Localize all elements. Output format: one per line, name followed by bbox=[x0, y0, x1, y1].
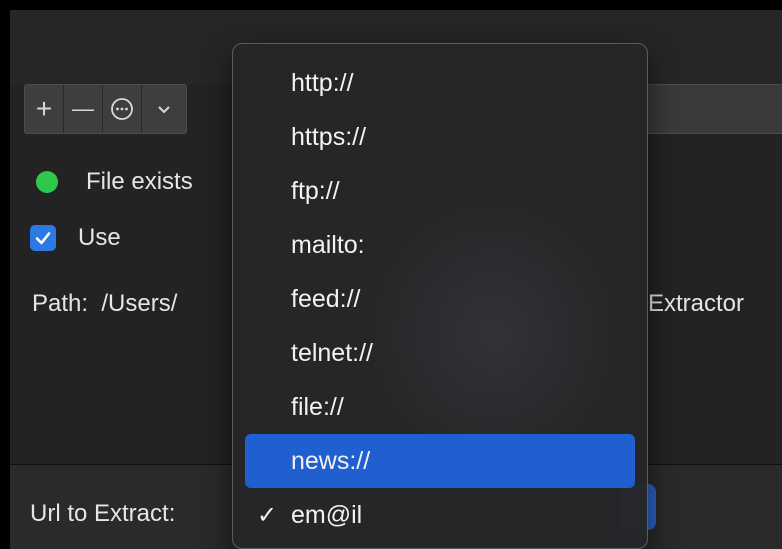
menu-item-http[interactable]: http:// bbox=[245, 56, 635, 110]
checkmark-icon bbox=[35, 232, 51, 245]
use-checkbox[interactable] bbox=[30, 225, 56, 251]
menu-item-label: feed:// bbox=[291, 284, 361, 313]
file-status: File exists bbox=[36, 168, 193, 196]
app-window: + — File exists Use Path: /Users/ Extrac… bbox=[0, 0, 782, 549]
menu-item-label: file:// bbox=[291, 392, 344, 421]
menu-item-email[interactable]: ✓ em@il bbox=[245, 488, 635, 542]
menu-item-feed[interactable]: feed:// bbox=[245, 272, 635, 326]
segmented-toolbar: + — bbox=[24, 84, 187, 134]
toolbar-continuation bbox=[648, 84, 782, 134]
add-button[interactable]: + bbox=[25, 85, 64, 133]
path-field: Path: /Users/ bbox=[32, 290, 177, 318]
menu-item-file[interactable]: file:// bbox=[245, 380, 635, 434]
ellipsis-circle-icon bbox=[111, 98, 133, 120]
path-label: Path: bbox=[32, 290, 89, 317]
chevron-down-icon bbox=[158, 106, 170, 114]
menu-item-label: https:// bbox=[291, 122, 367, 151]
menu-item-label: news:// bbox=[291, 446, 371, 475]
checkmark-icon: ✓ bbox=[257, 501, 278, 529]
menu-item-label: em@il bbox=[291, 500, 363, 529]
menu-item-label: mailto: bbox=[291, 230, 365, 259]
status-indicator-dot bbox=[36, 171, 58, 193]
minus-icon: — bbox=[72, 96, 94, 121]
window-top-edge bbox=[0, 0, 782, 10]
path-value-tail: Extractor bbox=[648, 290, 745, 317]
menu-item-news[interactable]: news:// bbox=[245, 434, 635, 488]
use-checkbox-row[interactable]: Use bbox=[30, 224, 121, 252]
window-left-edge bbox=[0, 0, 10, 549]
menu-item-label: ftp:// bbox=[291, 176, 340, 205]
plus-icon: + bbox=[35, 93, 53, 124]
menu-item-telnet[interactable]: telnet:// bbox=[245, 326, 635, 380]
menu-item-label: http:// bbox=[291, 68, 354, 97]
menu-item-https[interactable]: https:// bbox=[245, 110, 635, 164]
more-options-button[interactable] bbox=[103, 85, 142, 133]
use-checkbox-label: Use bbox=[78, 224, 121, 251]
url-to-extract-label: Url to Extract: bbox=[30, 500, 176, 527]
remove-button[interactable]: — bbox=[64, 85, 103, 133]
options-dropdown-button[interactable] bbox=[142, 85, 186, 133]
menu-item-mailto[interactable]: mailto: bbox=[245, 218, 635, 272]
url-scheme-menu: http:// https:// ftp:// mailto: feed:// … bbox=[232, 43, 648, 549]
file-status-text: File exists bbox=[86, 168, 193, 195]
menu-item-ftp[interactable]: ftp:// bbox=[245, 164, 635, 218]
path-value: /Users/ bbox=[101, 290, 178, 317]
menu-item-label: telnet:// bbox=[291, 338, 373, 367]
